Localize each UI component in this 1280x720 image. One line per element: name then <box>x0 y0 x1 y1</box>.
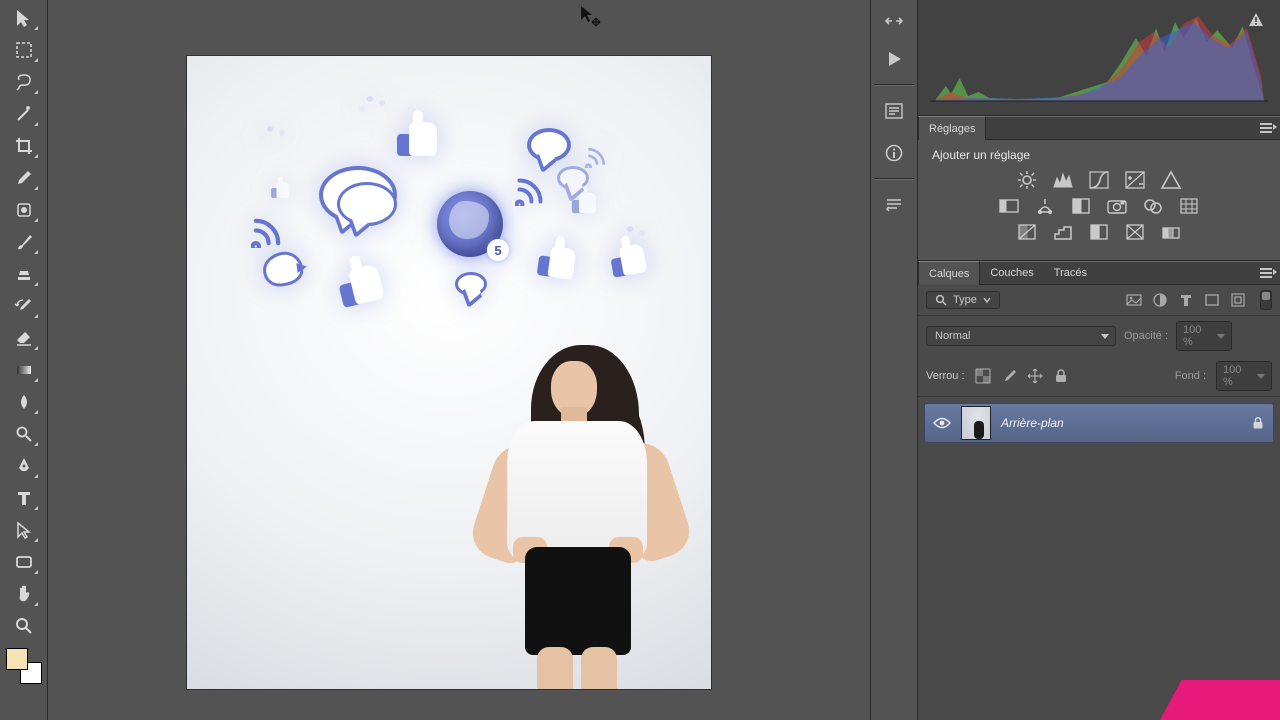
eraser-tool[interactable] <box>9 325 39 351</box>
marquee-tool[interactable] <box>9 37 39 63</box>
rectangle-tool[interactable] <box>9 549 39 575</box>
blend-mode-select[interactable]: Normal <box>926 326 1116 346</box>
adjustments-title: Ajouter un réglage <box>932 148 1270 162</box>
lock-position-icon[interactable] <box>1027 368 1043 384</box>
tab-adjustments[interactable]: Réglages <box>918 116 986 140</box>
layer-list: Arrière-plan <box>918 397 1280 720</box>
canvas-subject <box>459 351 689 689</box>
zoom-tool[interactable] <box>9 613 39 639</box>
opacity-field[interactable]: 100 % <box>1176 321 1232 351</box>
threshold-icon[interactable] <box>1088 222 1110 242</box>
vibrance-icon[interactable] <box>1160 170 1182 190</box>
actions-play-button[interactable] <box>879 46 909 72</box>
filter-toggle[interactable] <box>1260 290 1272 310</box>
adjustments-panel-menu[interactable] <box>1260 121 1276 135</box>
photo-filter-icon[interactable] <box>1106 196 1128 216</box>
layer-name[interactable]: Arrière-plan <box>1001 416 1241 430</box>
crop-tool[interactable] <box>9 133 39 159</box>
globe-badge: 5 <box>487 239 509 261</box>
filter-adjust-icon[interactable] <box>1152 292 1168 308</box>
spot-heal-tool[interactable] <box>9 197 39 223</box>
foreground-color-swatch[interactable] <box>6 648 28 670</box>
dodge-tool[interactable] <box>9 421 39 447</box>
color-balance-icon[interactable] <box>1034 196 1056 216</box>
expand-panels-button[interactable] <box>879 8 909 34</box>
invert-icon[interactable] <box>1016 222 1038 242</box>
histogram-warning-icon[interactable] <box>1248 12 1264 31</box>
layer-lock-icon[interactable] <box>1251 416 1265 430</box>
layer-filter-kind[interactable]: Type <box>926 291 1000 309</box>
clone-stamp-tool[interactable] <box>9 261 39 287</box>
right-panels: Réglages Ajouter un réglage Calq <box>918 0 1280 720</box>
layers-panel-menu[interactable] <box>1260 266 1276 280</box>
magic-wand-tool[interactable] <box>9 101 39 127</box>
filter-type-icon[interactable] <box>1178 292 1194 308</box>
pen-tool[interactable] <box>9 453 39 479</box>
layer-background[interactable]: Arrière-plan <box>924 403 1274 443</box>
filter-pixel-icon[interactable] <box>1126 292 1142 308</box>
filter-smart-icon[interactable] <box>1230 292 1246 308</box>
move-tool[interactable] <box>9 5 39 31</box>
lock-label: Verrou : <box>926 370 965 382</box>
tab-channels[interactable]: Couches <box>980 261 1043 285</box>
search-icon <box>935 294 947 306</box>
adjustments-panel: Ajouter un réglage <box>918 140 1280 261</box>
adjustments-panel-header: Réglages <box>918 116 1280 140</box>
eyedropper-tool[interactable] <box>9 165 39 191</box>
blur-tool[interactable] <box>9 389 39 415</box>
color-lookup-icon[interactable] <box>1178 196 1200 216</box>
opacity-label: Opacité : <box>1124 330 1168 342</box>
type-tool[interactable] <box>9 485 39 511</box>
layer-thumbnail <box>961 406 991 440</box>
canvas-artwork: 5 <box>207 66 687 326</box>
lasso-tool[interactable] <box>9 69 39 95</box>
brush-tool[interactable] <box>9 229 39 255</box>
lock-transparent-icon[interactable] <box>975 368 991 384</box>
color-swatches[interactable] <box>6 648 42 684</box>
channel-mixer-icon[interactable] <box>1142 196 1164 216</box>
selective-color-icon[interactable] <box>1160 222 1182 242</box>
paragraph-panel-button[interactable] <box>879 192 909 218</box>
exposure-icon[interactable] <box>1124 170 1146 190</box>
document-area: 5 <box>48 0 870 720</box>
layer-filter-label: Type <box>953 294 977 306</box>
path-select-tool[interactable] <box>9 517 39 543</box>
collapsed-panels-dock <box>870 0 918 720</box>
layers-panel: Type Normal Opacité : 100 % Verrou : <box>918 285 1280 720</box>
gradient-map-icon[interactable] <box>1124 222 1146 242</box>
chevron-down-icon <box>983 296 991 304</box>
tab-layers[interactable]: Calques <box>918 261 980 285</box>
tab-paths[interactable]: Tracés <box>1044 261 1097 285</box>
layers-panel-header: Calques Couches Tracés <box>918 261 1280 285</box>
histogram-panel <box>918 0 1280 116</box>
canvas[interactable]: 5 <box>187 56 711 689</box>
brightness-contrast-icon[interactable] <box>1016 170 1038 190</box>
posterize-icon[interactable] <box>1052 222 1074 242</box>
histogram-graph <box>930 8 1268 102</box>
lock-image-icon[interactable] <box>1001 368 1017 384</box>
layer-visibility-toggle[interactable] <box>933 416 951 430</box>
history-brush-tool[interactable] <box>9 293 39 319</box>
tools-panel <box>0 0 48 720</box>
lock-all-icon[interactable] <box>1053 368 1069 384</box>
curves-icon[interactable] <box>1088 170 1110 190</box>
levels-icon[interactable] <box>1052 170 1074 190</box>
hue-sat-icon[interactable] <box>998 196 1020 216</box>
move-cursor-icon <box>578 4 602 28</box>
fill-field[interactable]: 100 % <box>1216 361 1272 391</box>
gradient-tool[interactable] <box>9 357 39 383</box>
fill-label: Fond : <box>1175 370 1206 382</box>
info-panel-button[interactable] <box>879 140 909 166</box>
hand-tool[interactable] <box>9 581 39 607</box>
properties-panel-button[interactable] <box>879 98 909 124</box>
filter-shape-icon[interactable] <box>1204 292 1220 308</box>
black-white-icon[interactable] <box>1070 196 1092 216</box>
